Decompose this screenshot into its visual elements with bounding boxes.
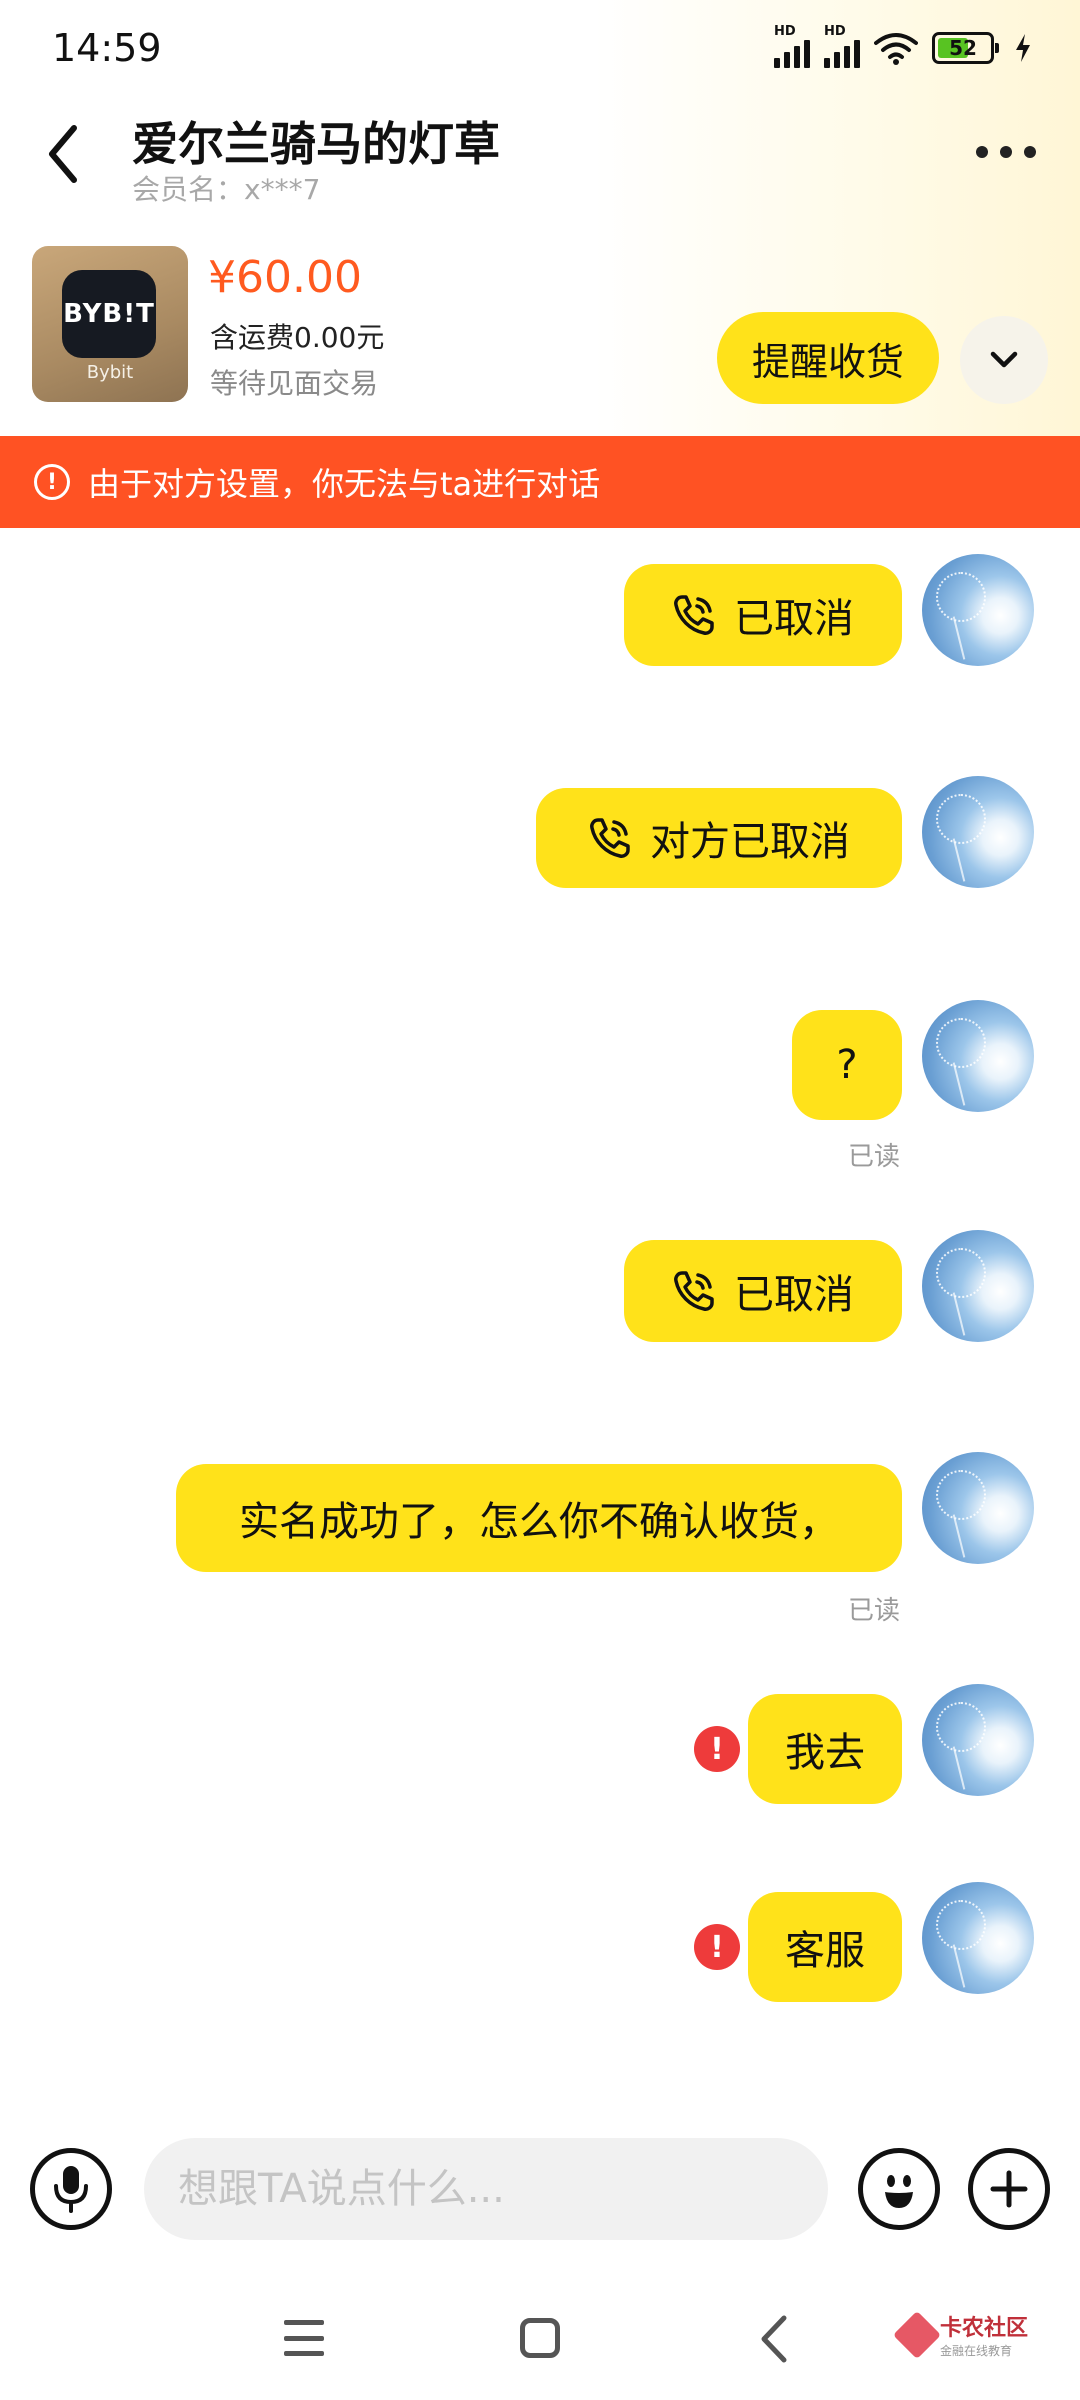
message-bubble-call-cancelled[interactable]: 已取消 [624, 564, 902, 666]
voice-input-button[interactable] [30, 2148, 112, 2230]
avatar[interactable] [922, 1230, 1034, 1342]
more-options-button[interactable] [968, 2148, 1050, 2230]
watermark-subtitle: 金融在线教育 [940, 2344, 1013, 2358]
charging-icon [1016, 34, 1030, 62]
message-bubble[interactable]: 实名成功了，怎么你不确认收货， [176, 1464, 902, 1572]
signal-icon: HD [774, 24, 810, 68]
chevron-down-icon [990, 351, 1018, 368]
remind-receipt-button[interactable]: 提醒收货 [717, 312, 939, 404]
phone-call-icon [674, 595, 714, 635]
avatar[interactable] [922, 1882, 1034, 1994]
message-text: 已取消 [734, 596, 854, 642]
phone-call-icon [590, 818, 630, 858]
wifi-icon [874, 33, 918, 65]
hd-label: HD [824, 24, 846, 39]
chat-title: 爱尔兰骑马的灯草 [132, 117, 500, 171]
read-receipt: 已读 [848, 1142, 901, 1172]
warning-icon: ! [34, 464, 70, 500]
status-bar: 14:59 HD HD 52 [0, 0, 1080, 100]
phone-call-icon [674, 1271, 714, 1311]
microphone-icon [54, 2166, 88, 2213]
send-failed-icon[interactable]: ! [694, 1924, 740, 1970]
message-text: 客服 [785, 1928, 865, 1974]
expand-button[interactable] [960, 316, 1048, 404]
message-text: 实名成功了，怎么你不确认收货， [239, 1499, 839, 1545]
read-receipt: 已读 [848, 1596, 901, 1626]
watermark-title: 卡农社区 [940, 2316, 1029, 2341]
recent-apps-icon[interactable] [284, 2320, 324, 2356]
message-text: 对方已取消 [650, 819, 850, 865]
warning-banner: ! 由于对方设置，你无法与ta进行对话 [0, 436, 1080, 528]
member-name: 会员名：x***7 [132, 168, 320, 208]
battery-icon: 52 [932, 32, 999, 64]
product-app-name: Bybit [86, 362, 134, 383]
message-text: 我去 [785, 1730, 865, 1776]
message-text: ? [836, 1042, 858, 1088]
product-thumbnail[interactable]: BYB!T Bybit [32, 246, 188, 402]
avatar[interactable] [922, 776, 1034, 888]
avatar[interactable] [922, 1000, 1034, 1112]
message-text: 已取消 [734, 1272, 854, 1318]
member-label: 会员名： [132, 173, 245, 206]
hd-label: HD [774, 24, 796, 39]
avatar[interactable] [922, 1684, 1034, 1796]
bybit-logo: BYB!T [62, 270, 156, 358]
member-value: x***7 [244, 173, 321, 206]
trade-status: 等待见面交易 [210, 367, 379, 400]
shipping-fee: 含运费0.00元 [210, 321, 385, 354]
avatar[interactable] [922, 1452, 1034, 1564]
message-bubble-call-cancelled[interactable]: 对方已取消 [536, 788, 902, 888]
back-icon[interactable] [40, 122, 90, 186]
avatar[interactable] [922, 554, 1034, 666]
kanong-logo [892, 2310, 942, 2359]
product-price: ¥60.00 [208, 252, 362, 303]
signal-icon: HD [824, 24, 860, 68]
emoji-button[interactable] [858, 2148, 940, 2230]
message-bubble-call-cancelled[interactable]: 已取消 [624, 1240, 902, 1342]
more-icon[interactable] [976, 140, 1036, 164]
watermark: 卡农社区 金融在线教育 [892, 2310, 1029, 2359]
send-failed-icon[interactable]: ! [694, 1726, 740, 1772]
message-bubble[interactable]: 我去 [748, 1694, 902, 1804]
home-icon[interactable] [520, 2318, 560, 2358]
status-time: 14:59 [52, 26, 162, 70]
nav-back-icon[interactable] [756, 2314, 792, 2364]
system-nav-bar: 卡农社区 金融在线教育 [0, 2290, 1080, 2400]
message-input[interactable] [144, 2138, 828, 2240]
battery-level: 52 [949, 36, 977, 60]
emoji-icon [885, 2175, 913, 2208]
warning-text: 由于对方设置，你无法与ta进行对话 [88, 465, 601, 503]
message-bubble[interactable]: ? [792, 1010, 902, 1120]
plus-icon [990, 2170, 1028, 2208]
message-bubble[interactable]: 客服 [748, 1892, 902, 2002]
status-icons: HD HD 52 [774, 24, 1032, 68]
